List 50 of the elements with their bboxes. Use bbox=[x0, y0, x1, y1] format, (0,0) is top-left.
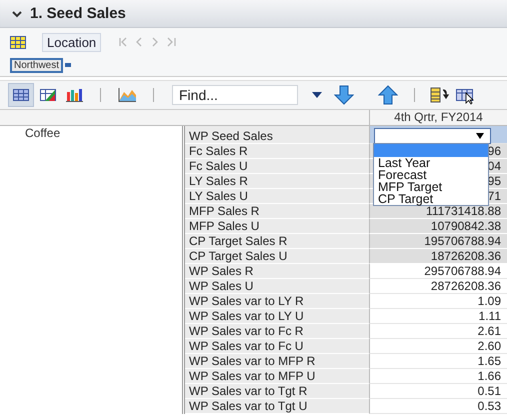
remove-icon[interactable] bbox=[65, 63, 72, 67]
down-arrow-icon[interactable] bbox=[334, 85, 354, 105]
up-arrow-icon[interactable] bbox=[378, 85, 398, 105]
row-group-label: Coffee bbox=[25, 126, 60, 140]
value-cell: 1.11 bbox=[369, 309, 507, 324]
row-label: WP Sales var to LY U bbox=[185, 309, 369, 324]
grid-icon[interactable] bbox=[10, 36, 26, 48]
dropdown-field[interactable] bbox=[374, 128, 491, 144]
row-label: WP Sales var to Fc R bbox=[185, 324, 369, 339]
column-header: 4th Qrtr, FY2014 bbox=[369, 110, 507, 126]
collapse-icon[interactable] bbox=[12, 8, 22, 18]
value-cell: 2.61 bbox=[369, 324, 507, 339]
value-cell: 10790842.38 bbox=[369, 219, 507, 234]
value-cell: 18726208.36 bbox=[369, 249, 507, 264]
row-label: MFP Sales U bbox=[185, 219, 369, 234]
row-label: LY Sales U bbox=[185, 189, 369, 204]
row-label: WP Seed Sales bbox=[185, 126, 369, 144]
panel-title: 1. Seed Sales bbox=[30, 5, 126, 22]
navigation-arrows-icon bbox=[119, 37, 178, 47]
value-cell: 1.65 bbox=[369, 354, 507, 369]
row-label: WP Sales var to MFP R bbox=[185, 354, 369, 369]
value-cell: 0.51 bbox=[369, 384, 507, 399]
row-label: WP Sales var to Tgt R bbox=[185, 384, 369, 399]
row-label: WP Sales U bbox=[185, 279, 369, 294]
value-cell: 2.60 bbox=[369, 339, 507, 354]
row-label: WP Sales var to Fc U bbox=[185, 339, 369, 354]
row-label: CP Target Sales R bbox=[185, 234, 369, 249]
value-cell: 28726208.36 bbox=[369, 279, 507, 294]
value-cell: 295706788.94 bbox=[369, 264, 507, 279]
row-label: Fc Sales R bbox=[185, 144, 369, 159]
dropdown-caret-icon bbox=[476, 133, 484, 139]
value-cell: 0.53 bbox=[369, 399, 507, 414]
location-button[interactable]: Location bbox=[42, 32, 102, 52]
row-label: LY Sales R bbox=[185, 174, 369, 189]
value-cell: 195706788.94 bbox=[369, 234, 507, 249]
row-label: WP Sales var to MFP U bbox=[185, 369, 369, 384]
dropdown-option[interactable]: CP Target bbox=[374, 193, 488, 205]
caret-icon[interactable] bbox=[312, 92, 322, 98]
row-label: Fc Sales U bbox=[185, 159, 369, 174]
value-cell: 1.09 bbox=[369, 294, 507, 309]
row-label: WP Sales var to Tgt U bbox=[185, 399, 369, 414]
find-field[interactable]: Find... bbox=[172, 85, 298, 105]
row-label: WP Sales var to LY R bbox=[185, 294, 369, 309]
row-label: CP Target Sales U bbox=[185, 249, 369, 264]
grid-view-icon[interactable] bbox=[8, 83, 34, 107]
filter-tag[interactable]: Northwest bbox=[10, 58, 64, 72]
dropdown-option[interactable]: Last Year bbox=[374, 157, 488, 169]
value-cell: 1.66 bbox=[369, 369, 507, 384]
row-label: WP Sales R bbox=[185, 264, 369, 279]
row-label: MFP Sales R bbox=[185, 204, 369, 219]
